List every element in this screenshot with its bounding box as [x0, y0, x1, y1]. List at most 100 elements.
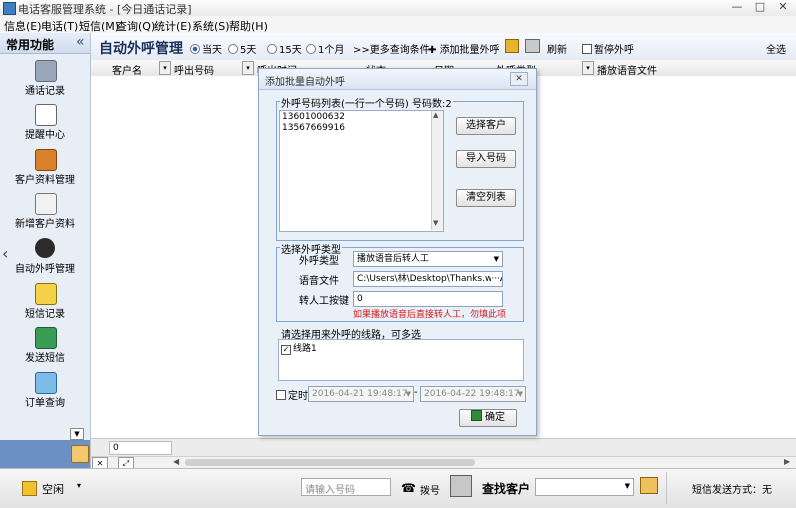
sidebar-item-send-sms[interactable]: 发送短信 — [0, 327, 90, 371]
sidebar-item-reminder[interactable]: 提醒中心 — [0, 104, 90, 148]
sidebar-item-label: 发送短信 — [25, 353, 65, 364]
timer-checkbox[interactable]: 定时 — [276, 387, 308, 402]
menu-sms[interactable]: 短信(M) — [79, 18, 119, 34]
scroll-left-icon[interactable]: ◀ — [173, 457, 179, 466]
menu-help[interactable]: 帮助(H) — [229, 18, 268, 34]
range-15days-radio[interactable]: 15天 — [267, 41, 302, 56]
sidebar-item-customers[interactable]: 客户资料管理 — [0, 149, 90, 193]
find-customer-icon[interactable] — [450, 475, 472, 497]
auto-dial-icon — [35, 238, 55, 258]
find-customer-select[interactable]: ▼ — [535, 478, 634, 496]
checkbox-checked-icon: ✓ — [281, 345, 291, 355]
collapse-icon[interactable]: « — [76, 34, 85, 50]
confirm-label: 确定 — [485, 412, 505, 423]
select-customer-button[interactable]: 选择客户 — [456, 117, 516, 135]
range-5days-radio[interactable]: 5天 — [228, 41, 256, 56]
voice-file-value: C:\Users\林\Desktop\Thanks.wav — [357, 274, 503, 284]
dial-type-value: 播放语音后转人工 — [357, 254, 430, 264]
date-from-field[interactable]: 2016-04-21 19:48:17 ▼ — [308, 386, 414, 402]
sidebar-header: 常用功能 « — [0, 33, 90, 54]
scroll-thumb[interactable] — [185, 459, 475, 466]
timer-label: 定时 — [288, 391, 308, 402]
export-icon[interactable] — [505, 39, 519, 53]
sms-icon — [35, 283, 57, 305]
sms-mode-panel: 短信发送方式：无 — [666, 472, 795, 504]
add-batch-button[interactable]: ✚ 添加批量外呼 — [428, 41, 500, 56]
column-customer[interactable]: 客户名 — [112, 62, 142, 77]
dial-icon: ☎ — [401, 481, 416, 495]
prev-arrow-icon[interactable]: ‹ — [2, 244, 8, 263]
phone-number-input[interactable]: 请输入号码 — [301, 478, 391, 496]
dial-type-label: 外呼类型 — [299, 256, 339, 267]
dial-type-select[interactable]: 播放语音后转人工 ▼ — [353, 251, 503, 267]
range-label: 1个月 — [318, 45, 345, 56]
range-today-radio[interactable]: 当天 — [190, 41, 222, 56]
voice-file-label: 语音文件 — [299, 276, 339, 287]
confirm-button[interactable]: 确定 — [459, 409, 517, 427]
line1-label: 线路1 — [293, 344, 317, 354]
date-to-field[interactable]: 2016-04-22 19:48:17 ▼ — [420, 386, 526, 402]
menu-info[interactable]: 信息(E) — [4, 18, 42, 34]
clear-list-button[interactable]: 清空列表 — [456, 189, 516, 207]
menu-phone[interactable]: 电话(T) — [41, 18, 78, 34]
pause-dial-checkbox[interactable]: 暂停外呼 — [582, 41, 634, 56]
phone-icon — [35, 60, 57, 82]
sidebar-item-label: 短信记录 — [25, 309, 65, 320]
close-icon[interactable]: ✕ — [772, 0, 794, 14]
main-header: 自动外呼管理 当天 5天 15天 1个月 >>更多查询条件 ✚ 添加批量外呼 刷… — [91, 33, 796, 61]
sidebar: 常用功能 « 通话记录 提醒中心 客户资料管理 新增客户资料 自动外呼管理 短信… — [0, 33, 91, 468]
menu-stats[interactable]: 统计(E) — [154, 18, 192, 34]
column-voice-file[interactable]: 播放语音文件 — [597, 62, 657, 77]
refresh-button[interactable]: 刷新 — [547, 41, 567, 56]
textarea-scrollbar[interactable]: ▲ ▼ — [431, 111, 443, 230]
window-title: 电话客服管理系统 - [今日通话记录] — [18, 3, 192, 16]
sidebar-item-label: 订单查询 — [25, 398, 65, 409]
minimize-icon[interactable]: — — [726, 0, 748, 14]
pause-label: 暂停外呼 — [594, 45, 634, 56]
home-icon[interactable] — [71, 445, 89, 463]
import-numbers-button[interactable]: 导入号码 — [456, 150, 516, 168]
line1-checkbox[interactable]: ✓ 线路1 — [281, 341, 317, 355]
sidebar-scroll-down-icon[interactable]: ▼ — [70, 428, 84, 440]
chevron-down-icon: ▼ — [405, 390, 411, 398]
scroll-right-icon[interactable]: ▶ — [784, 457, 790, 466]
open-folder-icon[interactable] — [640, 477, 658, 494]
column-number[interactable]: 呼出号码 — [174, 62, 214, 77]
scroll-down-icon[interactable]: ▼ — [433, 219, 438, 227]
select-all-link[interactable]: 全选 — [766, 41, 786, 56]
menu-query[interactable]: 查询(Q) — [116, 18, 155, 34]
range-1month-radio[interactable]: 1个月 — [306, 41, 344, 56]
sidebar-item-order-search[interactable]: 订单查询 — [0, 372, 90, 416]
radio-selected-icon — [190, 44, 200, 54]
number-line: 13567669916 — [282, 123, 345, 133]
dial-button[interactable]: 拨号 — [420, 482, 440, 497]
chevron-down-icon: ▼ — [624, 482, 630, 490]
phone-number-placeholder: 请输入号码 — [305, 485, 355, 496]
column-filter-icon[interactable]: ▾ — [159, 61, 171, 75]
transfer-key-input[interactable]: 0 — [353, 291, 503, 307]
sidebar-item-add-customer[interactable]: 新增客户资料 — [0, 193, 90, 237]
sms-mode: 短信发送方式：无 — [692, 485, 772, 496]
voice-file-field[interactable]: C:\Users\林\Desktop\Thanks.wav ··· — [353, 271, 503, 287]
maximize-icon[interactable]: □ — [749, 0, 771, 14]
browse-icon[interactable]: ··· — [491, 272, 500, 286]
date-separator: - — [414, 387, 418, 398]
column-filter-icon[interactable]: ▾ — [242, 61, 254, 75]
sidebar-item-call-log[interactable]: 通话记录 — [0, 60, 90, 104]
sidebar-item-label: 通话记录 — [25, 86, 65, 97]
column-filter-icon[interactable]: ▾ — [582, 61, 594, 75]
sidebar-item-sms-log[interactable]: 短信记录 — [0, 283, 90, 327]
dialog-close-icon[interactable]: ✕ — [510, 72, 528, 86]
sidebar-item-auto-dial[interactable]: 自动外呼管理 — [0, 238, 90, 282]
number-line: 13601000632 — [282, 112, 345, 122]
more-filters-link[interactable]: >>更多查询条件 — [353, 41, 430, 56]
order-search-icon — [35, 372, 57, 394]
lines-list[interactable]: ✓ 线路1 — [278, 339, 524, 381]
status-menu-icon[interactable]: ▾ — [77, 481, 81, 490]
numbers-textarea[interactable]: 13601000632 13567669916 ▲ ▼ — [279, 110, 444, 232]
sidebar-item-label: 客户资料管理 — [15, 175, 75, 186]
menu-system[interactable]: 系统(S) — [192, 18, 230, 34]
scroll-up-icon[interactable]: ▲ — [433, 111, 438, 119]
chevron-down-icon: ▼ — [517, 390, 523, 398]
print-icon[interactable] — [525, 39, 540, 53]
